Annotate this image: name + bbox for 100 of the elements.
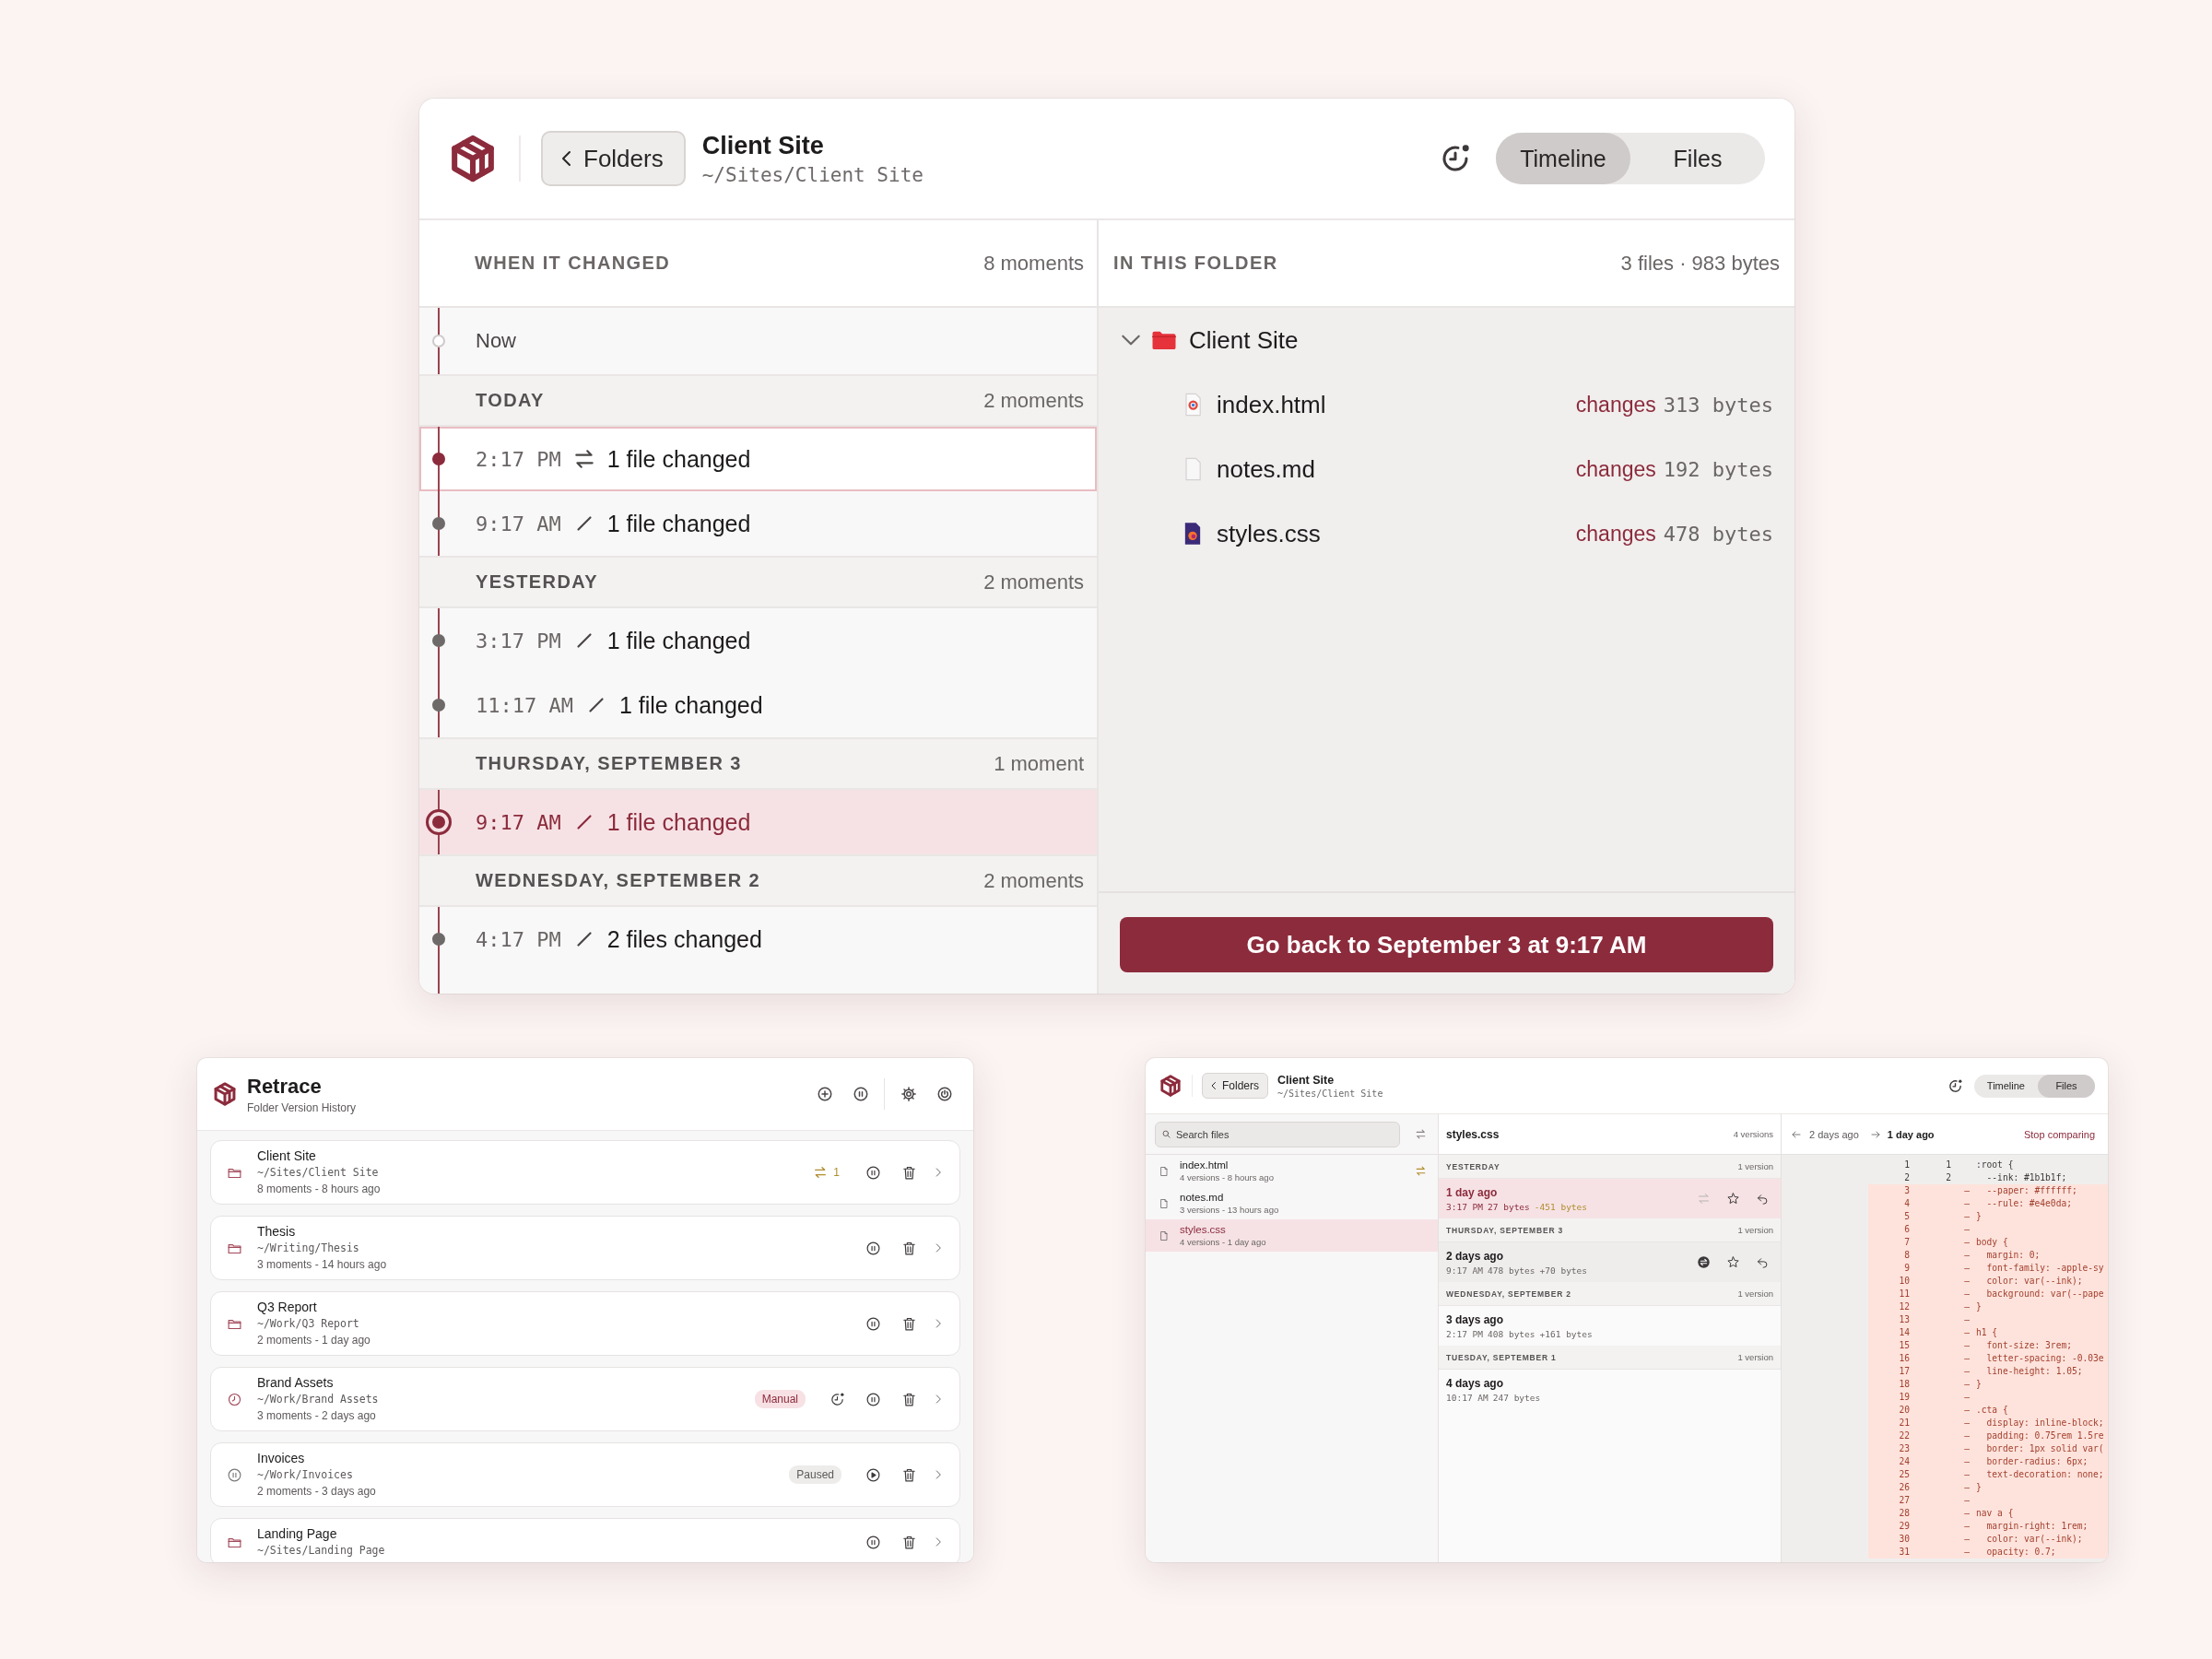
version-row[interactable]: 1 day ago 3:17 PM 27 bytes -451 bytes <box>1439 1179 1781 1218</box>
trash-icon[interactable] <box>901 1240 917 1256</box>
back-button[interactable]: Folders <box>541 131 686 186</box>
undo-icon[interactable] <box>1756 1255 1770 1269</box>
timeline-row[interactable]: 4:17 PM 2 files changed <box>419 907 1097 971</box>
folder-path: ~/Work/Q3 Report <box>257 1316 360 1332</box>
restore-button[interactable]: Go back to September 3 at 9:17 AM <box>1120 917 1773 972</box>
version-row[interactable]: 2 days ago 9:17 AM 478 bytes +70 bytes <box>1439 1242 1781 1282</box>
folder-meta: 2 moments - 1 day ago <box>257 1333 371 1348</box>
trash-icon[interactable] <box>901 1164 917 1181</box>
swap-arrows-icon[interactable] <box>1415 1128 1427 1140</box>
version-row[interactable]: 4 days ago 10:17 AM 247 bytes <box>1439 1370 1781 1409</box>
logo-icon <box>1159 1074 1182 1098</box>
version-time: 3:17 PM <box>1446 1201 1484 1212</box>
folder-meta: 3 moments - 2 days ago <box>257 1408 377 1424</box>
line-number: 26 <box>1898 1481 1910 1494</box>
change-summary: 1 file changed <box>606 627 751 654</box>
pause-icon[interactable] <box>865 1240 881 1256</box>
version-row[interactable]: 3 days ago 2:17 PM 408 bytes +161 bytes <box>1439 1306 1781 1346</box>
power-icon[interactable] <box>936 1086 953 1102</box>
file-name: notes.md <box>1217 454 1315 484</box>
code-text: padding: 0.75rem 1.5re <box>1985 1430 2105 1442</box>
trash-icon[interactable] <box>901 1315 917 1332</box>
timeline-row[interactable]: 2:17 PM 1 file changed <box>419 427 1097 491</box>
timeline-row[interactable]: 3:17 PM 1 file changed <box>419 608 1097 673</box>
pause-icon[interactable] <box>865 1534 881 1550</box>
day-label: WEDNESDAY, SEPTEMBER 2 <box>1446 1288 1571 1299</box>
timeline-row[interactable]: 9:17 AM 1 file changed <box>419 491 1097 556</box>
file-name: index.html <box>1180 1159 1230 1171</box>
view-tab[interactable]: Timeline <box>1496 133 1630 184</box>
star-icon[interactable] <box>1726 1192 1740 1206</box>
day-label: TODAY <box>476 390 545 411</box>
removed-sign: – <box>1963 1313 1971 1326</box>
file-row[interactable]: index.html 4 versions - 8 hours ago <box>1146 1155 1438 1187</box>
file-meta: 4 versions - 1 day ago <box>1180 1237 1266 1247</box>
file-row[interactable]: styles.css changes 478 bytes <box>1099 501 1794 566</box>
add-icon[interactable] <box>817 1086 833 1102</box>
file-row[interactable]: styles.css 4 versions - 1 day ago <box>1146 1219 1438 1252</box>
pause-icon[interactable] <box>865 1391 881 1407</box>
history-icon[interactable] <box>1947 1077 1963 1094</box>
undo-icon[interactable] <box>1756 1192 1770 1206</box>
version-age: 3 days ago <box>1446 1312 1505 1326</box>
folder-path: ~/Sites/Client Site <box>701 163 924 186</box>
removed-sign: – <box>1963 1197 1971 1210</box>
star-icon[interactable] <box>1726 1255 1740 1269</box>
section-heading: IN THIS FOLDER <box>1113 253 1278 274</box>
status-badge: Paused <box>789 1465 841 1484</box>
back-button[interactable]: Folders <box>1202 1073 1268 1099</box>
code-text: :root { <box>1975 1159 2015 1171</box>
file-row[interactable]: notes.md changes 192 bytes <box>1099 437 1794 501</box>
event-time: 4:17 PM <box>476 927 561 951</box>
settings-icon[interactable] <box>900 1086 917 1102</box>
timeline-row[interactable]: 11:17 AM 1 file changed <box>419 673 1097 737</box>
folder-row[interactable]: Client Site <box>1099 308 1794 372</box>
code-text: --rule: #e4e0da; <box>1985 1197 2073 1210</box>
view-tab[interactable]: Files <box>2038 1074 2095 1098</box>
view-tab[interactable]: Files <box>1630 133 1765 184</box>
file-row[interactable]: notes.md 3 versions - 13 hours ago <box>1146 1187 1438 1219</box>
code-text: } <box>1975 1481 1983 1494</box>
file-title: styles.css <box>1446 1127 1500 1141</box>
folder-card[interactable]: Landing Page ~/Sites/Landing Page <box>210 1518 960 1562</box>
code-text: line-height: 1.05; <box>1985 1365 2084 1378</box>
pause-icon[interactable] <box>853 1086 869 1102</box>
file-row[interactable]: index.html changes 313 bytes <box>1099 372 1794 437</box>
stop-comparing-link[interactable]: Stop comparing <box>2023 1128 2095 1140</box>
folder-card[interactable]: Brand Assets ~/Work/Brand Assets 3 moments - 2 days ago Manual <box>210 1367 960 1431</box>
pause-icon[interactable] <box>865 1164 881 1181</box>
version-count: 1 version <box>1737 1288 1773 1299</box>
version-age: 4 days ago <box>1446 1376 1505 1390</box>
timeline-row[interactable]: Now <box>419 308 1097 374</box>
event-time: 9:17 AM <box>476 810 561 834</box>
trash-icon[interactable] <box>901 1466 917 1483</box>
removed-sign: – <box>1963 1507 1971 1520</box>
file-name: styles.css <box>1217 519 1321 548</box>
compare-icon[interactable] <box>1697 1255 1711 1269</box>
code-text: h1 { <box>1975 1326 1999 1339</box>
folder-card[interactable]: Invoices ~/Work/Invoices 2 moments - 3 days ago Paused <box>210 1442 960 1507</box>
folder-name: Q3 Report <box>257 1299 318 1315</box>
search-icon <box>1161 1128 1171 1139</box>
code-text: font-family: -apple-sy <box>1985 1262 2105 1275</box>
line-number: 20 <box>1898 1404 1910 1417</box>
pause-icon[interactable] <box>865 1315 881 1332</box>
moment-count: 2 moments <box>983 388 1084 413</box>
trash-icon[interactable] <box>901 1534 917 1550</box>
folder-card[interactable]: Q3 Report ~/Work/Q3 Report 2 moments - 1 day ago <box>210 1291 960 1356</box>
pending-count: 1 <box>833 1166 840 1179</box>
history-icon[interactable] <box>830 1391 845 1407</box>
code-text: --ink: #1b1b1f; <box>1985 1171 2068 1184</box>
removed-sign: – <box>1963 1365 1971 1378</box>
line-number: 21 <box>1898 1417 1910 1430</box>
view-tab[interactable]: Timeline <box>1973 1074 2038 1098</box>
folder-card[interactable]: Thesis ~/Writing/Thesis 3 moments - 14 hours ago <box>210 1216 960 1280</box>
folder-card[interactable]: Client Site ~/Sites/Client Site 8 moments - 8 hours ago 1 <box>210 1140 960 1205</box>
change-summary: 2 files changed <box>606 925 762 953</box>
search-field[interactable]: Search files <box>1155 1121 1400 1147</box>
timeline-row[interactable]: 9:17 AM 1 file changed <box>419 790 1097 854</box>
play-icon[interactable] <box>865 1466 881 1483</box>
change-summary: 1 file changed <box>606 510 751 537</box>
trash-icon[interactable] <box>901 1391 917 1407</box>
removed-sign: – <box>1963 1352 1971 1365</box>
